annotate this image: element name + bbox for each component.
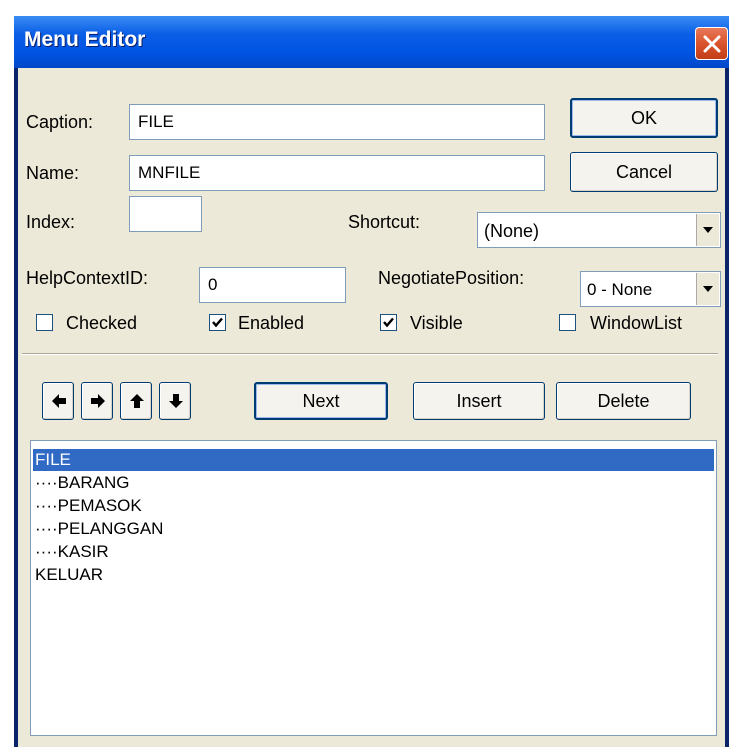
index-label: Index: (26, 212, 76, 232)
checkmark-icon (383, 317, 394, 328)
checked-checkbox[interactable] (36, 314, 53, 331)
enabled-label: Enabled (238, 313, 305, 333)
shortcut-dropdown[interactable]: (None) (477, 212, 721, 248)
negotiateposition-value: 0 - None (587, 280, 653, 299)
separator (22, 353, 718, 355)
negotiateposition-label: NegotiatePosition: (378, 268, 525, 288)
list-item[interactable]: ····BARANG (33, 472, 714, 494)
chevron-down-icon[interactable] (696, 214, 719, 246)
list-item[interactable]: KELUAR (33, 564, 714, 586)
shortcut-value: (None) (484, 221, 540, 241)
name-label: Name: (26, 163, 80, 183)
shortcut-label: Shortcut: (348, 212, 421, 232)
index-input[interactable] (129, 196, 202, 232)
checked-label: Checked (66, 313, 138, 333)
negotiateposition-dropdown[interactable]: 0 - None (580, 271, 721, 307)
windowlist-label: WindowList (590, 313, 683, 333)
insert-button[interactable]: Insert (413, 382, 545, 420)
caption-label: Caption: (26, 112, 94, 132)
list-item[interactable]: ····PELANGGAN (33, 518, 714, 540)
caption-input[interactable]: FILE (129, 104, 545, 140)
window-title: Menu Editor (24, 28, 146, 51)
move-up-button[interactable] (120, 382, 152, 420)
menu-editor-window: Menu Editor Caption: FILE OK Name: MNFIL… (14, 16, 729, 747)
name-input[interactable]: MNFILE (129, 155, 545, 191)
dialog-body: Caption: FILE OK Name: MNFILE Cancel Ind… (18, 68, 725, 747)
title-bar[interactable]: Menu Editor (14, 16, 729, 68)
next-button[interactable]: Next (254, 382, 388, 420)
move-right-button[interactable] (81, 382, 113, 420)
right-arrow-icon (91, 394, 105, 408)
checkmark-icon (212, 317, 223, 328)
list-item[interactable]: ····PEMASOK (33, 495, 714, 517)
close-icon (703, 35, 721, 53)
windowlist-checkbox[interactable] (559, 314, 576, 331)
chevron-down-icon[interactable] (696, 273, 719, 305)
visible-label: Visible (410, 313, 463, 333)
helpcontextid-input[interactable]: 0 (199, 267, 346, 303)
down-arrow-icon (169, 394, 183, 408)
move-down-button[interactable] (159, 382, 191, 420)
helpcontextid-label: HelpContextID: (26, 268, 149, 288)
cancel-button[interactable]: Cancel (570, 152, 718, 192)
visible-checkbox[interactable] (380, 314, 397, 331)
list-item[interactable]: ····KASIR (33, 541, 714, 563)
ok-button[interactable]: OK (570, 98, 718, 138)
menu-items-list[interactable]: FILE ····BARANG ····PEMASOK ····PELANGGA… (30, 440, 717, 736)
move-left-button[interactable] (42, 382, 74, 420)
list-item[interactable]: FILE (33, 449, 714, 471)
left-arrow-icon (52, 394, 66, 408)
delete-button[interactable]: Delete (556, 382, 691, 420)
close-button[interactable] (695, 27, 728, 60)
up-arrow-icon (130, 394, 144, 408)
enabled-checkbox[interactable] (209, 314, 226, 331)
